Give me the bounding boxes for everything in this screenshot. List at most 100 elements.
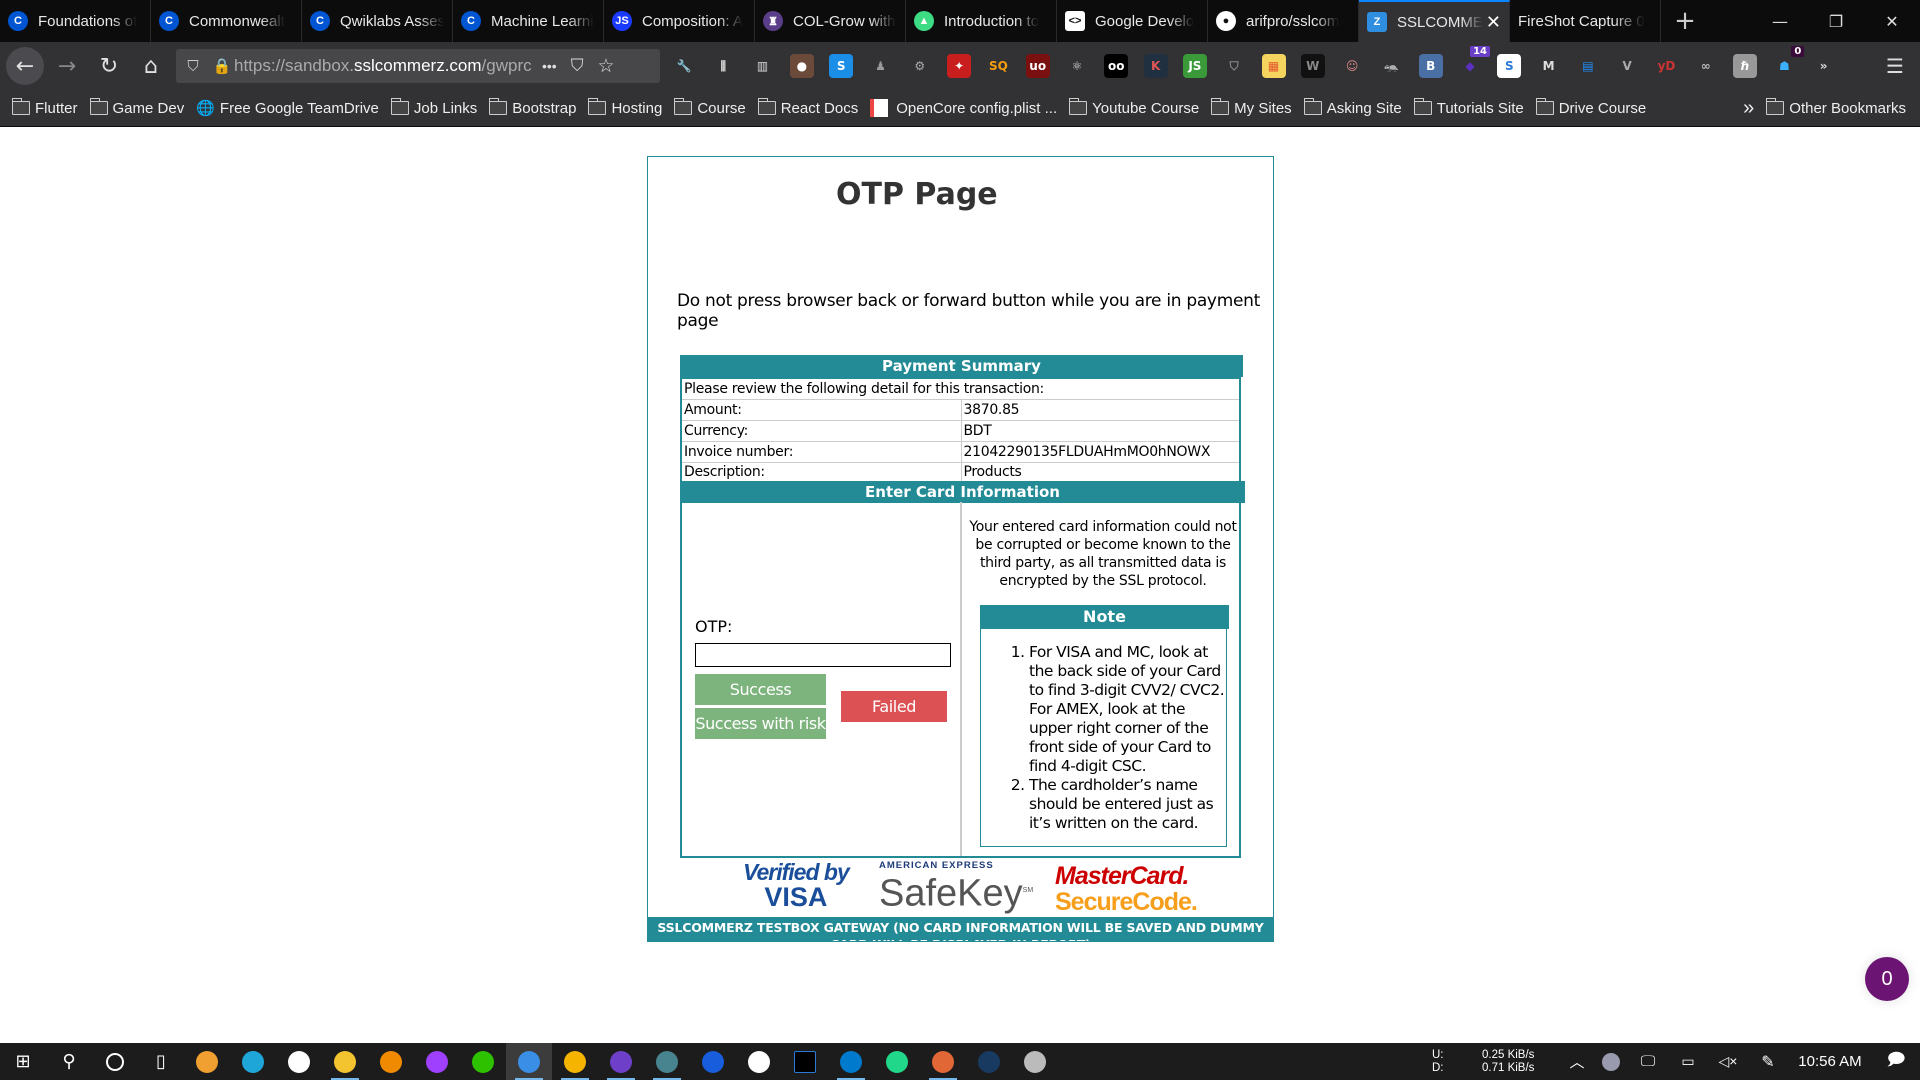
hamburger-menu-icon[interactable]: ☰ [1883, 54, 1907, 78]
action-center-icon[interactable]: 🗩 [1872, 1047, 1920, 1076]
face-glasses-icon[interactable]: ☺ [1340, 54, 1364, 78]
electron-taskbar-button[interactable] [644, 1043, 690, 1080]
overflow-chevron-icon[interactable]: » [1812, 54, 1836, 78]
browser-tab[interactable]: C Qwiklabs Asses [302, 0, 453, 42]
close-window-button[interactable]: ✕ [1864, 0, 1920, 42]
b-circle-icon[interactable]: B [1418, 54, 1443, 78]
home-button[interactable]: ⌂ [132, 47, 170, 85]
ublock-icon[interactable]: uo [1025, 54, 1050, 78]
vpn-shield-icon[interactable] [1594, 1052, 1628, 1071]
bookmark-item[interactable]: Course [674, 98, 746, 117]
restore-window-button[interactable]: ❐ [1808, 0, 1864, 42]
pen-icon[interactable]: ✎ [1748, 1052, 1788, 1072]
search-button[interactable]: ⚲ [46, 1043, 92, 1080]
notion-taskbar-button[interactable] [736, 1043, 782, 1080]
library-icon[interactable]: ⫼ [711, 54, 735, 78]
lock-m-icon[interactable]: M [1537, 54, 1561, 78]
bookmark-item[interactable]: My Sites [1211, 98, 1292, 117]
browser-tab[interactable]: <> Google Develo [1057, 0, 1208, 42]
vlc-taskbar-button[interactable] [368, 1043, 414, 1080]
ghostery-icon[interactable]: ☗ 0 [1772, 46, 1805, 78]
badger-icon[interactable]: 🦡 [1379, 54, 1403, 78]
page-actions-button[interactable]: ••• [542, 58, 557, 74]
gears-icon[interactable]: ⚙ [908, 54, 932, 78]
bookmark-item[interactable]: Job Links [390, 98, 477, 117]
bookmark-item[interactable]: Flutter [12, 98, 78, 117]
browser-tab[interactable]: C Commonwealt [151, 0, 302, 42]
start-button[interactable]: ⊞ [0, 1043, 46, 1080]
sidebar-icon[interactable]: ▥ [751, 54, 775, 78]
tabstrip-spacer[interactable] [1709, 0, 1752, 42]
profile-avatar-icon[interactable]: ● [789, 54, 814, 78]
file-download-icon[interactable]: ▤ [1576, 54, 1600, 78]
lock-icon[interactable]: 🔒 [210, 57, 234, 75]
minimize-window-button[interactable]: — [1752, 0, 1808, 42]
clock[interactable]: 10:56 AM [1788, 1053, 1872, 1070]
bitwarden-taskbar-button[interactable] [690, 1043, 736, 1080]
intellij-taskbar-button[interactable] [782, 1043, 828, 1080]
chrome-taskbar-button[interactable] [552, 1043, 598, 1080]
matlab-taskbar-button[interactable] [920, 1043, 966, 1080]
file-explorer-taskbar-button[interactable] [322, 1043, 368, 1080]
wrench-icon[interactable]: 🔧 [672, 54, 696, 78]
simplenote-icon[interactable]: S [1497, 54, 1522, 78]
other-bookmarks[interactable]: Other Bookmarks [1766, 98, 1906, 117]
bookmark-item[interactable]: OpenCore config.plist ... [870, 99, 1057, 117]
success-with-risk-button[interactable]: Success with risk [695, 708, 826, 739]
pycharm-taskbar-button[interactable] [874, 1043, 920, 1080]
wechat-taskbar-button[interactable] [460, 1043, 506, 1080]
tray-overflow-chevron-icon[interactable]: ︿ [1560, 1051, 1594, 1072]
color-picker-icon[interactable]: ▦ [1261, 54, 1286, 78]
chat-widget-button[interactable]: 0 [1865, 957, 1909, 1001]
pocket-icon[interactable]: ⛉ [571, 56, 584, 76]
virtualbox-taskbar-button[interactable] [966, 1043, 1012, 1080]
tracking-protection-icon[interactable]: ⛉ [176, 58, 210, 75]
bookmark-item[interactable]: Youtube Course [1069, 98, 1199, 117]
otp-input[interactable] [695, 643, 951, 667]
k-extension-icon[interactable]: K [1143, 54, 1168, 78]
shield-icon[interactable]: ⛉ [1222, 54, 1246, 78]
edge-taskbar-button[interactable] [230, 1043, 276, 1080]
bookmark-item[interactable]: Game Dev [89, 98, 184, 117]
failed-button[interactable]: Failed [841, 691, 947, 722]
stack-icon[interactable]: ◆ 14 [1458, 46, 1490, 78]
volume-muted-icon[interactable]: ◁× [1708, 1053, 1748, 1070]
vue-icon[interactable]: V [1615, 54, 1639, 78]
back-button[interactable]: ← [6, 47, 44, 85]
vscode-taskbar-button[interactable] [828, 1043, 874, 1080]
new-tab-button[interactable]: + [1661, 0, 1709, 42]
cortana-button[interactable] [92, 1043, 138, 1080]
magic-wand-icon[interactable]: ✦ [947, 54, 972, 78]
sourcetree-taskbar-button[interactable] [184, 1043, 230, 1080]
bookmark-star-icon[interactable]: ☆ [597, 55, 614, 78]
browser-tab[interactable]: ▲ Introduction to [906, 0, 1057, 42]
nodejs-icon[interactable]: JS [1182, 54, 1207, 78]
yd-icon[interactable]: yD [1655, 54, 1679, 78]
bookmark-item[interactable]: Hosting [588, 98, 662, 117]
bookmark-item[interactable]: Tutorials Site [1413, 98, 1524, 117]
glasses-icon[interactable]: oo [1104, 54, 1129, 78]
s-extension-icon[interactable]: S [829, 54, 854, 78]
bookmark-item[interactable]: Bootstrap [489, 98, 576, 117]
sq-icon[interactable]: SQ [986, 54, 1010, 78]
browser-tab[interactable]: JS Composition: A [604, 0, 755, 42]
browser-tab[interactable]: ● arifpro/sslcom [1208, 0, 1359, 42]
browser-tab[interactable]: C Foundations of [0, 0, 151, 42]
react-devtools-icon[interactable]: ⚛ [1065, 54, 1089, 78]
address-bar[interactable]: ⛉ 🔒 https://sandbox.sslcommerz.com/gwprc… [176, 49, 660, 83]
messenger-taskbar-button[interactable] [414, 1043, 460, 1080]
wordpress-icon[interactable]: W [1300, 54, 1325, 78]
mail-taskbar-button[interactable] [276, 1043, 322, 1080]
close-tab-icon[interactable]: ✕ [1486, 12, 1501, 33]
network-icon[interactable]: 🖵 [1628, 1053, 1668, 1070]
task-view-button[interactable]: ▯ [138, 1043, 184, 1080]
h-extension-icon[interactable]: ℏ [1733, 54, 1758, 78]
usb-drive-taskbar-button[interactable] [1012, 1043, 1058, 1080]
firefox-developer-taskbar-button[interactable] [506, 1043, 552, 1080]
bookmark-item[interactable]: 🌐 Free Google TeamDrive [196, 99, 379, 118]
browser-tab[interactable]: C Machine Learni [453, 0, 604, 42]
forward-button[interactable]: → [48, 47, 86, 85]
reload-button[interactable]: ↻ [90, 47, 128, 85]
success-button[interactable]: Success [695, 674, 826, 705]
browser-tab[interactable]: ♜ COL-Grow with [755, 0, 906, 42]
